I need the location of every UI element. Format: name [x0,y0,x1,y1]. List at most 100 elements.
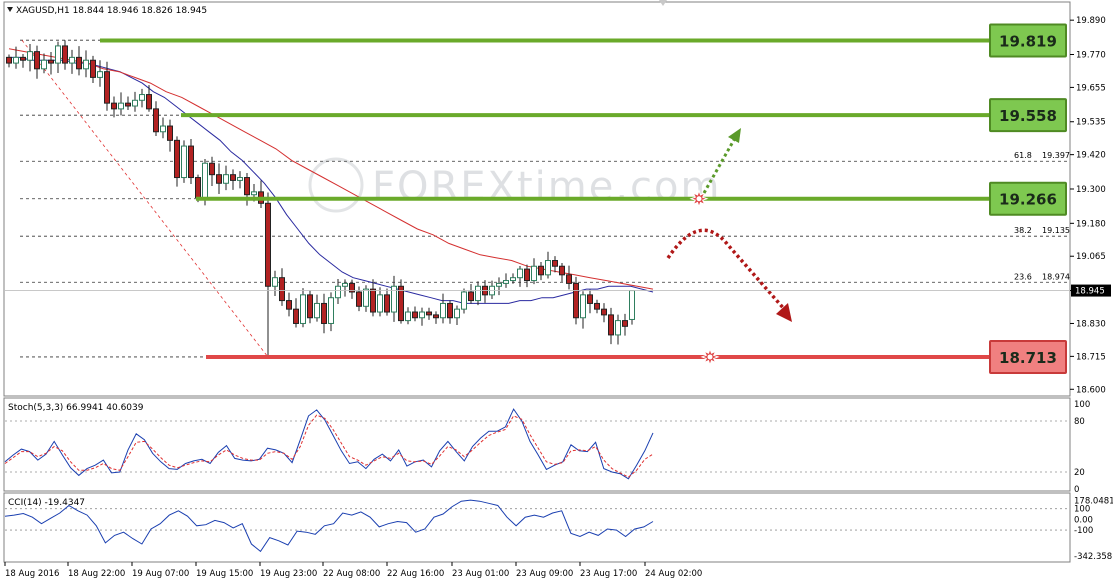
candle-body [566,274,572,284]
candle-body [545,260,551,276]
time-tick-label: 19 Aug 15:00 [196,569,253,579]
candle-body [461,291,467,310]
candle-body [503,280,509,284]
candle-body [139,94,145,101]
candle-body [27,51,33,61]
candle-body [440,302,446,319]
fib-ratio-label: 61.8 [1014,151,1032,160]
candle-body [41,59,47,70]
trading-chart[interactable]: FOREXtime.com 19.890 19.770 19.655 19.535 19… [0,0,1113,582]
candle-body [286,300,292,310]
stoch-tick-label: 20 [1074,468,1085,478]
candle-body [573,282,579,319]
candle-body [468,291,474,302]
cci-tick-label: -100 [1074,526,1093,536]
level-badge-label: 18.713 [999,349,1057,367]
candle-body [307,294,313,319]
stoch-tick-label: 0 [1074,485,1079,495]
candle-body [622,320,628,327]
candle-body [314,302,320,319]
bear-candle [573,276,579,325]
cci-tick-label: 0.00 [1074,515,1093,525]
candle-body [377,294,383,313]
candle-body [454,308,460,319]
candle-body [587,294,593,304]
candle-body [34,51,40,70]
candle-body [279,277,285,302]
time-tick-label: 23 Aug 17:00 [580,569,637,579]
candle-body [69,56,75,64]
price-tick-label: 18.830 [1076,319,1106,329]
candle-body [433,314,439,319]
candle-body [6,56,12,64]
candle-body [531,265,537,282]
fib-ratio-label: 38.2 [1014,226,1032,235]
candle-body [293,308,299,324]
cci-panel[interactable] [3,492,1071,563]
price-tick-label: 19.890 [1076,16,1106,26]
cci-tick-label: -342.358 [1074,552,1112,562]
candle-body [174,139,180,179]
candle-body [559,265,565,276]
price-tick-label: 19.655 [1076,83,1106,93]
cci-title: CCI(14) -19.4347 [8,498,85,508]
price-tick-label: 19.535 [1076,118,1106,128]
candle-body [90,59,96,78]
candle-body [475,285,481,302]
candle-body [97,71,103,78]
candle-body [76,56,82,70]
cci-tick-label: 100 [1074,505,1090,515]
candle-body [615,320,621,336]
stoch-tick-label: 80 [1074,417,1085,427]
candle-body [153,108,159,133]
price-tick-label: 19.065 [1076,252,1106,262]
bear-candle [188,138,194,184]
candle-body [20,56,26,61]
candle-body [447,302,453,319]
price-tick-label: 18.715 [1076,352,1106,362]
watermark: FOREXtime.com [308,157,721,213]
burst-center [696,196,702,202]
stochastic-panel[interactable] [3,397,1071,492]
price-tick-label: 19.300 [1076,185,1106,195]
candle-body [538,265,544,276]
candle-body [125,102,131,107]
candle-body [419,311,425,319]
watermark-text: FOREXtime.com [372,164,721,210]
candle-body [132,99,138,107]
burst-center [707,354,713,360]
candle-body [328,297,334,324]
candle-body [272,277,278,287]
fib-value-label: 19.135 [1042,226,1070,235]
time-tick-label: 19 Aug 23:00 [260,569,317,579]
candle-body [370,288,376,313]
target-burst-icon [700,347,720,367]
fib-value-label: 18.974 [1042,272,1070,281]
fib-ratio-label: 23.6 [1014,272,1032,281]
time-tick-label: 23 Aug 09:00 [516,569,573,579]
time-tick-label: 18 Aug 22:00 [68,569,125,579]
stoch-tick-label: 100 [1074,400,1090,410]
candle-body [426,311,432,316]
candle-body [601,308,607,316]
fib-value-label: 19.397 [1042,151,1070,160]
candle-body [398,285,404,322]
resistance-badge: 19.819 [989,23,1067,58]
candle-body [629,290,635,320]
candle-body [510,277,516,282]
candle-body [237,177,243,181]
candle-body [384,294,390,313]
level-badge-label: 19.558 [999,107,1057,125]
time-tick-label: 23 Aug 01:00 [452,569,509,579]
candle-body [195,177,201,199]
candle-body [13,56,19,64]
candle-body [363,288,369,307]
time-tick-label: 22 Aug 08:00 [323,569,380,579]
candle-body [104,71,110,104]
time-tick-label: 18 Aug 2016 [5,569,59,579]
price-tick-label: 18.600 [1076,385,1106,395]
candle-body [244,177,250,196]
candle-body [83,59,89,70]
candle-body [202,162,208,199]
candle-body [62,45,68,64]
